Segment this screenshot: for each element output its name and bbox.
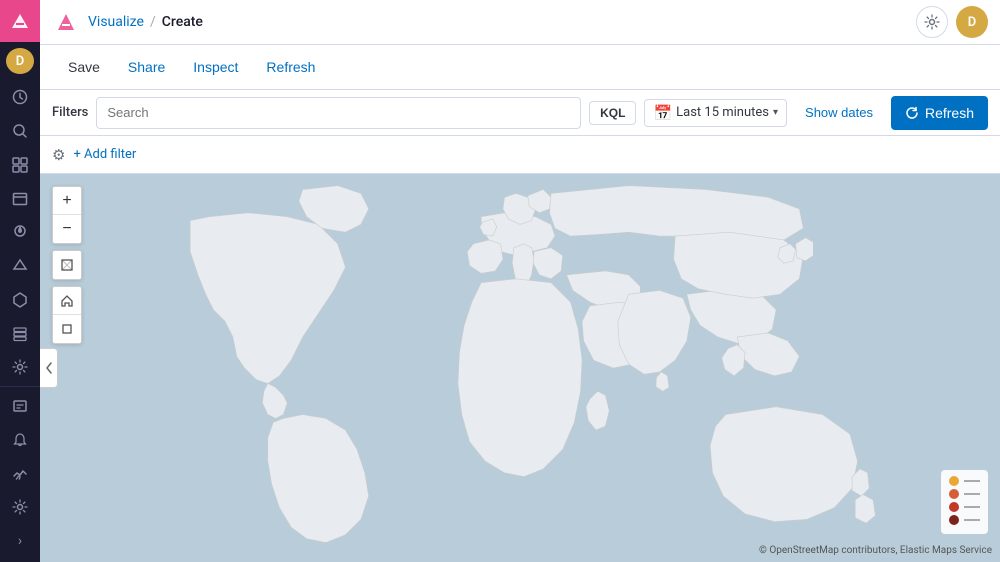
kql-button[interactable]: KQL bbox=[589, 101, 636, 125]
legend-line-3 bbox=[964, 506, 980, 508]
actionbar: Save Share Inspect Refresh bbox=[40, 45, 1000, 90]
sidebar-item-apm[interactable] bbox=[0, 457, 40, 491]
calendar-icon: 📅 bbox=[653, 104, 672, 122]
chevron-down-icon: ▾ bbox=[773, 107, 778, 118]
draw-button[interactable] bbox=[53, 251, 81, 279]
legend-item-2 bbox=[949, 489, 980, 499]
breadcrumb-current: Create bbox=[162, 14, 203, 30]
sidebar-item-index[interactable] bbox=[0, 389, 40, 423]
sidebar-item-alerts[interactable] bbox=[0, 423, 40, 457]
square-button[interactable] bbox=[53, 315, 81, 343]
sidebar-item-settings[interactable] bbox=[0, 490, 40, 524]
filter-options-icon[interactable]: ⚙ bbox=[52, 146, 65, 164]
show-dates-button[interactable]: Show dates bbox=[795, 101, 883, 124]
sidebar-divider bbox=[0, 386, 40, 387]
filterbar: Filters KQL 📅 Last 15 minutes ▾ Show dat… bbox=[40, 90, 1000, 136]
sidebar: D › bbox=[0, 0, 40, 562]
topbar: Visualize / Create D bbox=[40, 0, 1000, 45]
search-input[interactable] bbox=[96, 97, 581, 129]
breadcrumb-visualize[interactable]: Visualize bbox=[88, 14, 144, 30]
time-filter[interactable]: 📅 Last 15 minutes ▾ bbox=[644, 99, 787, 127]
main-content: Visualize / Create D Save Share Inspect … bbox=[40, 0, 1000, 562]
time-range-label: Last 15 minutes bbox=[676, 105, 769, 120]
kibana-logo bbox=[52, 8, 80, 36]
sidebar-item-dashboard[interactable] bbox=[0, 148, 40, 182]
user-avatar[interactable]: D bbox=[956, 6, 988, 38]
breadcrumb: Visualize / Create bbox=[88, 14, 203, 30]
map-area[interactable]: + − bbox=[40, 174, 1000, 562]
refresh-button-main[interactable]: Refresh bbox=[891, 96, 988, 130]
home-button[interactable] bbox=[53, 287, 81, 315]
zoom-controls: + − bbox=[52, 186, 82, 244]
layer-controls bbox=[52, 286, 82, 344]
refresh-button-action[interactable]: Refresh bbox=[254, 53, 327, 81]
settings-button[interactable] bbox=[916, 6, 948, 38]
add-filter-button[interactable]: + Add filter bbox=[73, 147, 136, 162]
legend-line-4 bbox=[964, 519, 980, 521]
draw-controls bbox=[52, 250, 82, 280]
sidebar-item-canvas[interactable] bbox=[0, 182, 40, 216]
sidebar-item-search[interactable] bbox=[0, 114, 40, 148]
save-button[interactable]: Save bbox=[56, 53, 112, 81]
legend-dot-3 bbox=[949, 502, 959, 512]
map-legend bbox=[941, 470, 988, 534]
sidebar-item-recent[interactable] bbox=[0, 80, 40, 114]
sidebar-logo bbox=[0, 0, 40, 42]
sidebar-avatar[interactable]: D bbox=[6, 48, 34, 74]
inspect-button[interactable]: Inspect bbox=[181, 53, 250, 81]
sidebar-item-graph[interactable] bbox=[0, 249, 40, 283]
legend-line-2 bbox=[964, 493, 980, 495]
zoom-in-button[interactable]: + bbox=[53, 187, 81, 215]
map-toggle-button[interactable] bbox=[40, 348, 58, 388]
share-button[interactable]: Share bbox=[116, 53, 177, 81]
filterbar2: ⚙ + Add filter bbox=[40, 136, 1000, 174]
breadcrumb-separator: / bbox=[150, 14, 156, 30]
legend-item-3 bbox=[949, 502, 980, 512]
legend-dot-2 bbox=[949, 489, 959, 499]
refresh-label: Refresh bbox=[925, 105, 974, 121]
sidebar-collapse-button[interactable]: › bbox=[0, 524, 40, 558]
legend-dot-4 bbox=[949, 515, 959, 525]
sidebar-item-ml[interactable] bbox=[0, 283, 40, 317]
legend-item-1 bbox=[949, 476, 980, 486]
zoom-out-button[interactable]: − bbox=[53, 215, 81, 243]
sidebar-item-maps[interactable] bbox=[0, 215, 40, 249]
filters-label: Filters bbox=[52, 105, 88, 120]
map-controls: + − bbox=[52, 186, 82, 344]
sidebar-item-management[interactable] bbox=[0, 350, 40, 384]
legend-dot-1 bbox=[949, 476, 959, 486]
world-map bbox=[40, 174, 1000, 562]
legend-line-1 bbox=[964, 480, 980, 482]
sidebar-item-stack[interactable] bbox=[0, 317, 40, 351]
legend-item-4 bbox=[949, 515, 980, 525]
map-attribution: © OpenStreetMap contributors, Elastic Ma… bbox=[759, 545, 992, 556]
